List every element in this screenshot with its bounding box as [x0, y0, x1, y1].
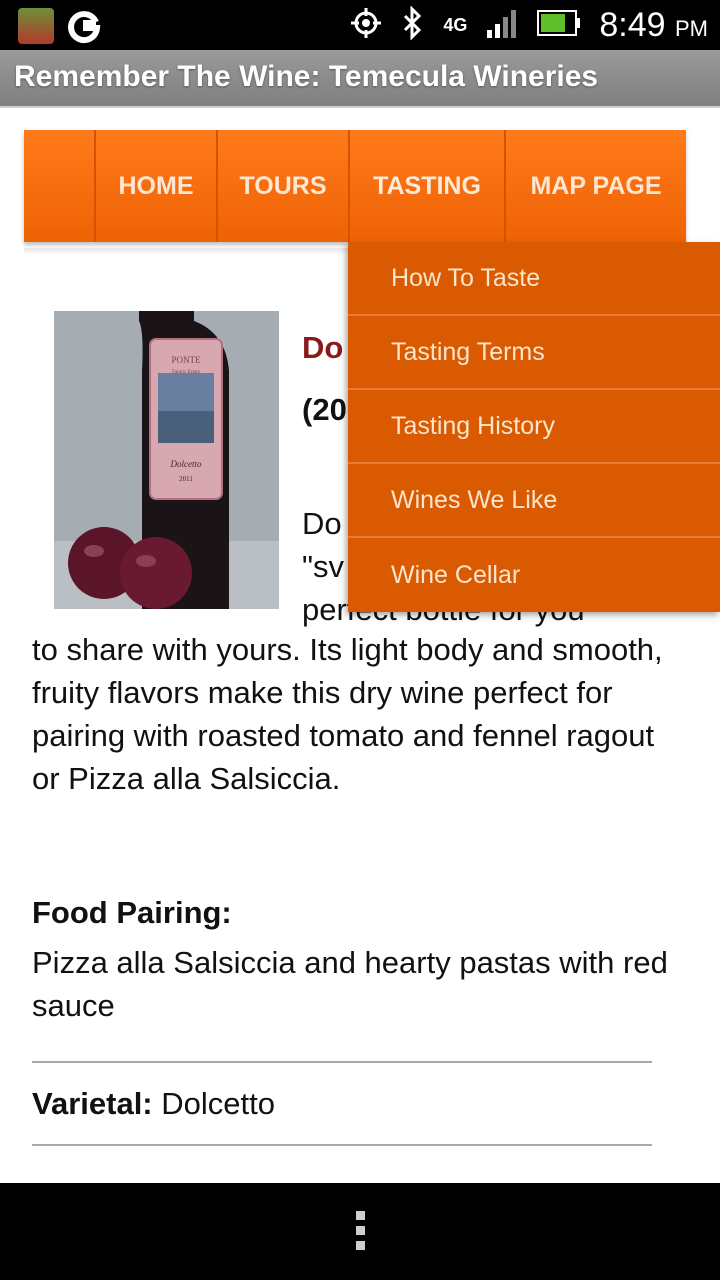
bluetooth-icon: [401, 4, 425, 45]
clock-ampm: PM: [675, 15, 708, 41]
description-line-1: Do: [302, 506, 342, 541]
wine-description: to share with yours. Its light body and …: [32, 632, 663, 796]
google-icon: [66, 8, 102, 44]
battery-icon: [537, 9, 581, 41]
tasting-dropdown-menu: How To Taste Tasting Terms Tasting Histo…: [348, 242, 720, 612]
nav-home[interactable]: HOME: [94, 130, 216, 242]
menu-item-wines-we-like[interactable]: Wines We Like: [348, 464, 720, 538]
wine-app-notification-icon: [18, 8, 54, 44]
menu-item-tasting-terms[interactable]: Tasting Terms: [348, 316, 720, 390]
wine-name: Do: [302, 330, 344, 365]
varietal-label: Varietal:: [32, 1086, 153, 1121]
varietal-row: Varietal: Dolcetto: [32, 1086, 275, 1122]
status-icons: 4G 8:49 PM: [349, 0, 708, 50]
nav-map-page[interactable]: MAP PAGE: [504, 130, 686, 242]
clock: 8:49 PM: [599, 6, 708, 45]
nav-tours[interactable]: TOURS: [216, 130, 348, 242]
bottle-label-year: 2011: [179, 475, 193, 483]
description-line-2: "sv: [302, 549, 345, 584]
signal-strength-icon: [485, 8, 519, 43]
app-title: Remember The Wine: Temecula Wineries: [14, 60, 599, 93]
varietal-value: Dolcetto: [161, 1086, 275, 1121]
clock-time: 8:49: [599, 5, 666, 44]
nav-tasting[interactable]: TASTING: [348, 130, 504, 242]
app-title-bar: Remember The Wine: Temecula Wineries: [0, 50, 720, 108]
main-nav: HOME TOURS TASTING MAP PAGE: [24, 130, 686, 242]
description-start: Do "sv: [302, 502, 348, 588]
status-bar: 4G 8:49 PM: [0, 0, 720, 50]
menu-item-wine-cellar[interactable]: Wine Cellar: [348, 538, 720, 612]
menu-item-how-to-taste[interactable]: How To Taste: [348, 242, 720, 316]
bottle-label-brand: PONTE: [172, 355, 202, 365]
menu-item-tasting-history[interactable]: Tasting History: [348, 390, 720, 464]
divider: [32, 1061, 652, 1063]
network-type-indicator: 4G: [443, 14, 468, 35]
wine-year: (20: [302, 392, 347, 427]
gps-icon: [349, 6, 383, 45]
overflow-menu-icon[interactable]: [354, 1211, 366, 1255]
food-pairing-text: Pizza alla Salsiccia and hearty pastas w…: [32, 945, 668, 1023]
wine-bottle-image: PONTE Family Estate Dolcetto 2011: [54, 311, 279, 609]
bottle-label-sub: Family Estate: [172, 370, 200, 375]
bottle-label-varietal: Dolcetto: [170, 459, 202, 469]
food-pairing-label: Food Pairing:: [32, 895, 232, 930]
divider: [32, 1144, 652, 1146]
